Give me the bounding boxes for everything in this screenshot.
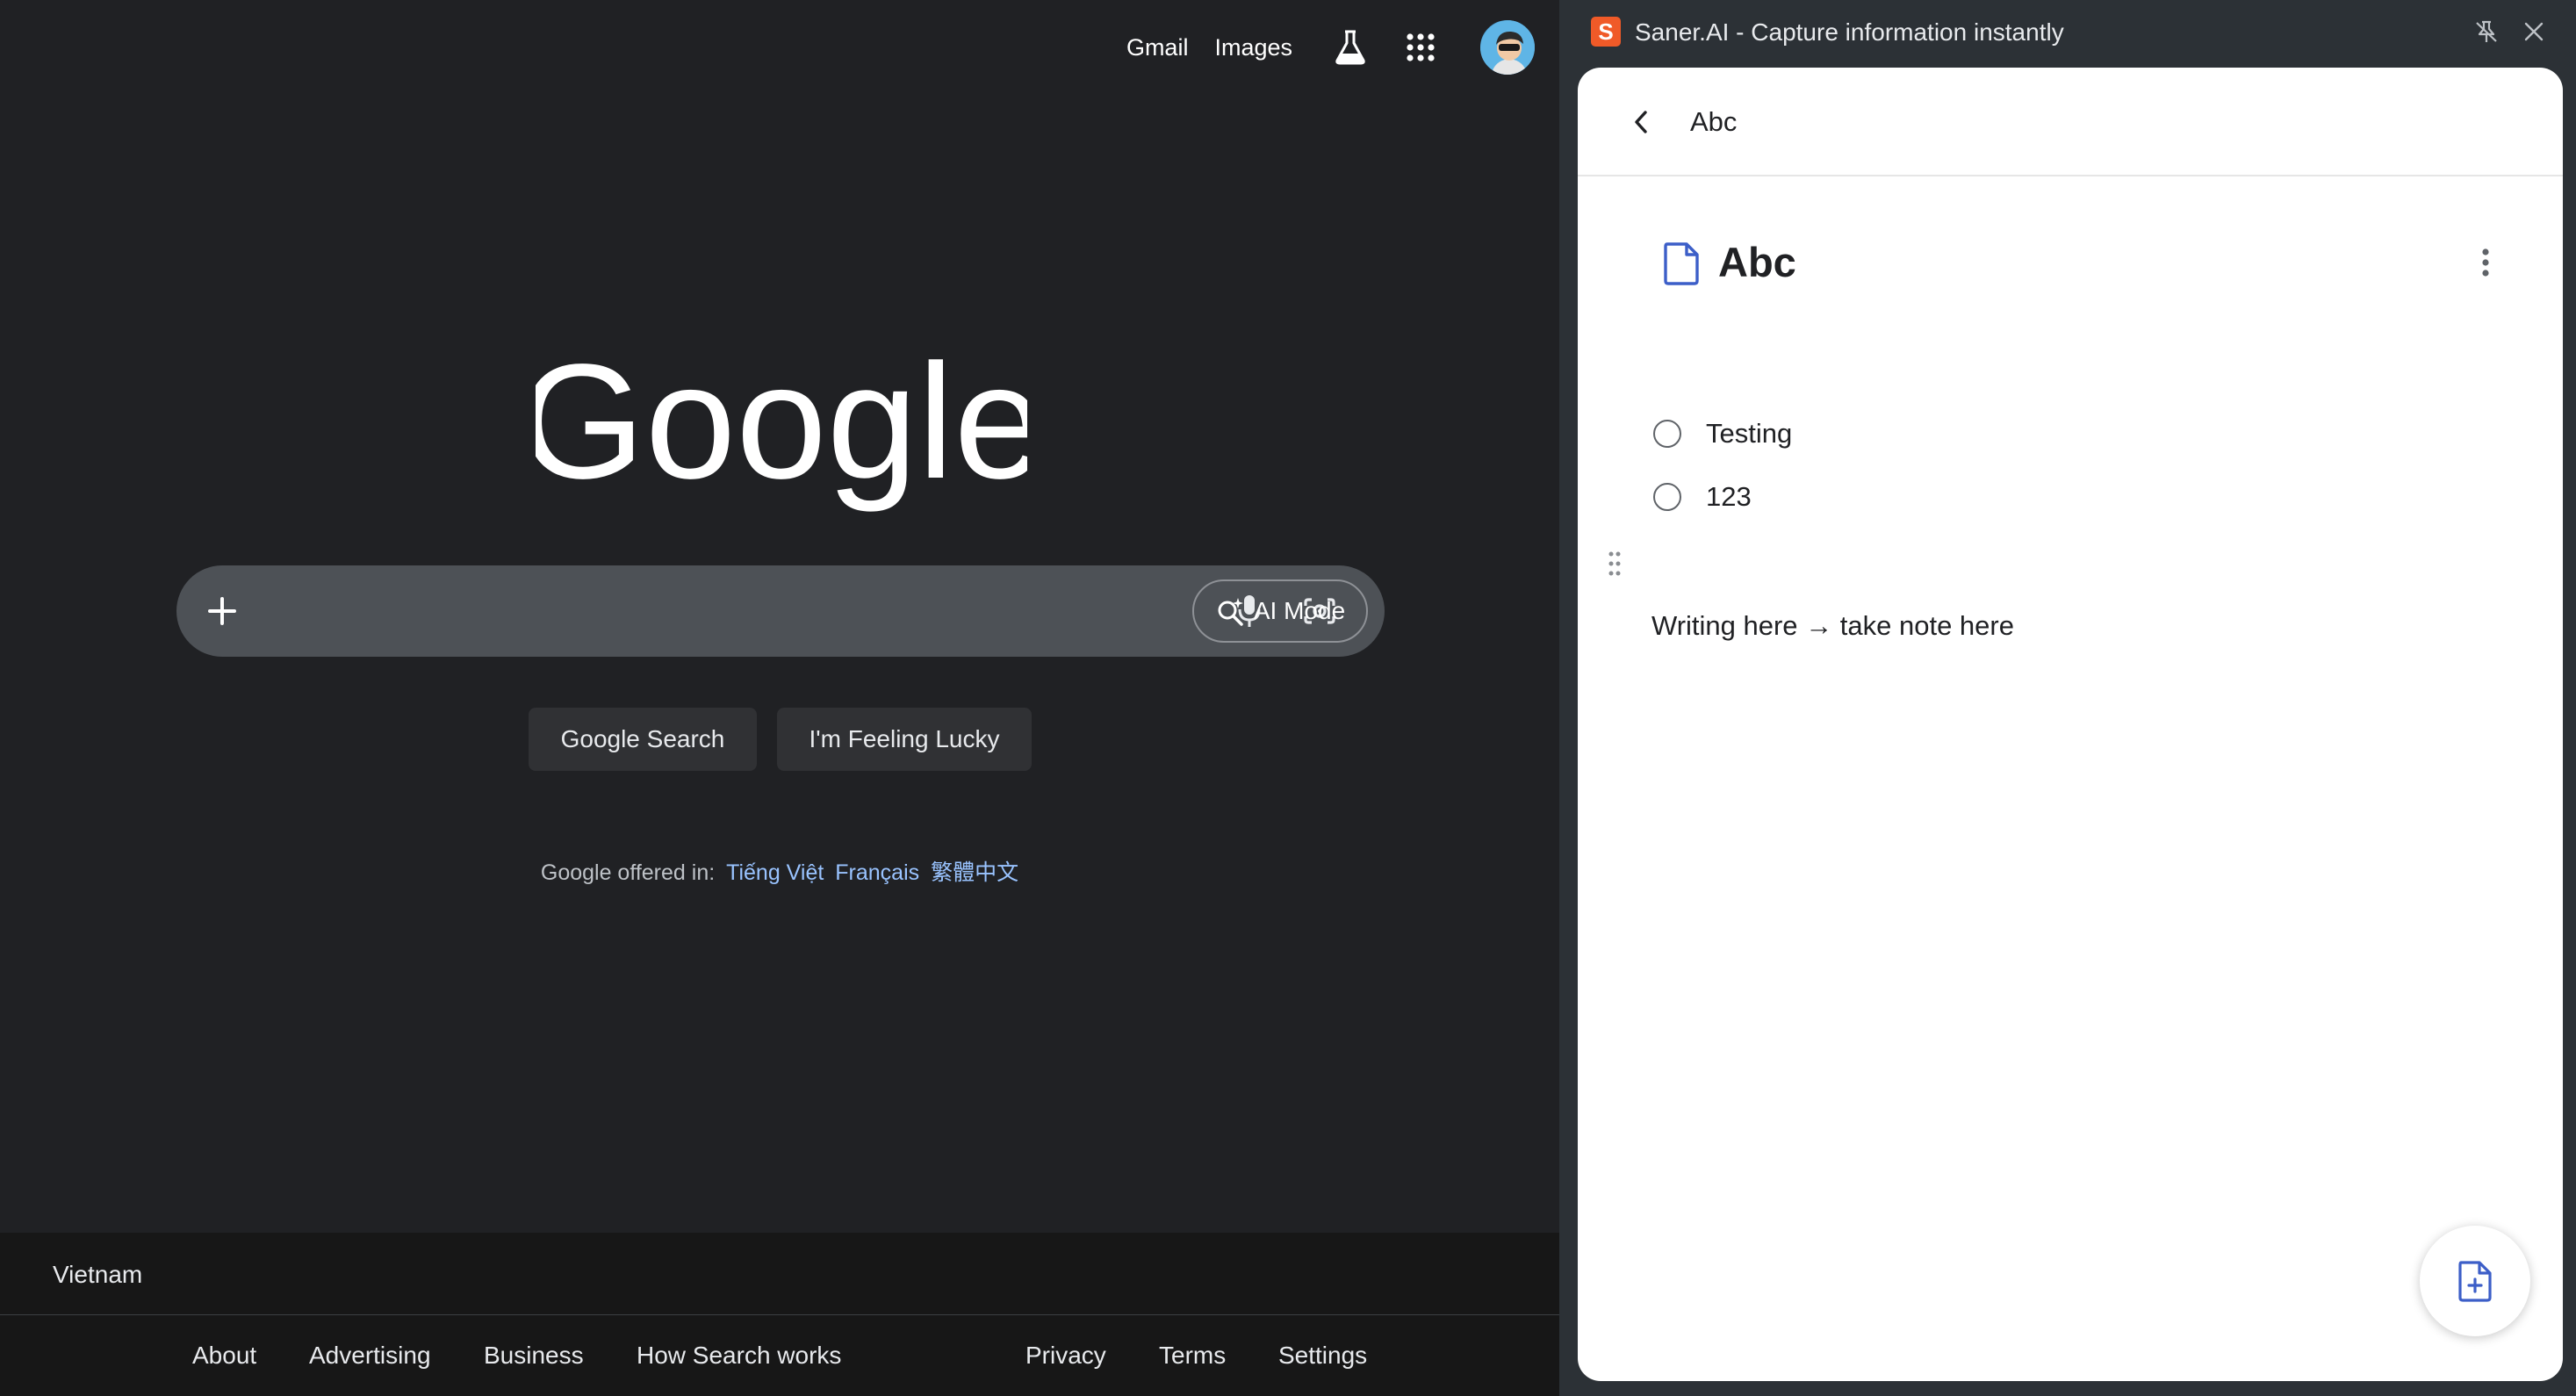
saner-window-title: Saner.AI - Capture information instantly [1635,18,2064,46]
saner-logo: S [1591,17,1621,47]
svg-text:Google: Google [536,348,1027,513]
footer-link-how-search-works[interactable]: How Search works [637,1342,841,1370]
note-panel-header: Abc [1578,68,2563,176]
google-search-button[interactable]: Google Search [529,708,757,771]
todo-checkbox[interactable] [1653,420,1681,448]
gmail-link[interactable]: Gmail [1126,34,1189,61]
ai-sparkle-search-icon [1218,598,1243,626]
breadcrumb-title: Abc [1690,106,1738,137]
todo-item: Testing [1653,412,1792,456]
unpin-icon[interactable] [2469,14,2504,49]
saner-title-bar: S Saner.AI - Capture information instant… [1559,0,2576,65]
footer-links-bar: About Advertising Business How Search wo… [0,1315,1559,1396]
footer-link-privacy[interactable]: Privacy [1025,1342,1106,1370]
ai-mode-label: AI Mode [1253,597,1346,624]
footer-link-about[interactable]: About [192,1342,256,1370]
note-panel: Abc Abc Testing 123 Writing here → take … [1578,68,2563,1381]
google-top-bar: Gmail Images [1126,16,1536,79]
ai-mode-button[interactable]: AI Mode [1192,579,1368,643]
language-link-vietnamese[interactable]: Tiếng Việt [726,860,824,885]
apps-grid-icon[interactable] [1396,23,1445,72]
new-note-button[interactable] [2420,1226,2530,1336]
document-icon [1664,242,1699,285]
close-icon[interactable] [2516,14,2551,49]
todo-item: 123 [1653,475,1752,519]
images-link[interactable]: Images [1214,34,1292,61]
todo-checkbox[interactable] [1653,483,1681,511]
more-options-icon[interactable] [2466,243,2505,282]
drag-handle-icon[interactable] [1608,550,1622,577]
todo-text[interactable]: 123 [1706,481,1752,513]
google-logo: Google [536,348,1027,513]
language-offer: Google offered in: Tiếng Việt Français 繁… [0,855,1559,887]
footer-link-advertising[interactable]: Advertising [309,1342,431,1370]
footer-link-business[interactable]: Business [484,1342,584,1370]
footer-country-bar: Vietnam [0,1233,1559,1315]
google-homepage: Gmail Images Google AI Mode Google Searc… [0,0,1559,1396]
back-arrow-icon[interactable] [1622,103,1660,141]
labs-flask-icon[interactable] [1326,23,1375,72]
language-link-french[interactable]: Français [835,860,919,885]
saner-side-panel: S Saner.AI - Capture information instant… [1559,0,2576,1396]
note-paragraph[interactable]: Writing here → take note here [1651,610,2014,642]
country-label: Vietnam [53,1261,143,1288]
footer-link-terms[interactable]: Terms [1159,1342,1226,1370]
new-document-icon [2458,1261,2492,1302]
footer-link-settings[interactable]: Settings [1278,1342,1367,1370]
language-offer-label: Google offered in: [540,860,716,885]
feeling-lucky-button[interactable]: I'm Feeling Lucky [777,708,1032,771]
search-box[interactable]: AI Mode [176,565,1385,657]
language-link-chinese[interactable]: 繁體中文 [931,860,1018,885]
search-input[interactable] [257,583,1205,639]
user-avatar[interactable] [1479,18,1536,76]
todo-text[interactable]: Testing [1706,418,1792,450]
document-title[interactable]: Abc [1718,238,1796,286]
plus-icon[interactable] [199,588,245,634]
